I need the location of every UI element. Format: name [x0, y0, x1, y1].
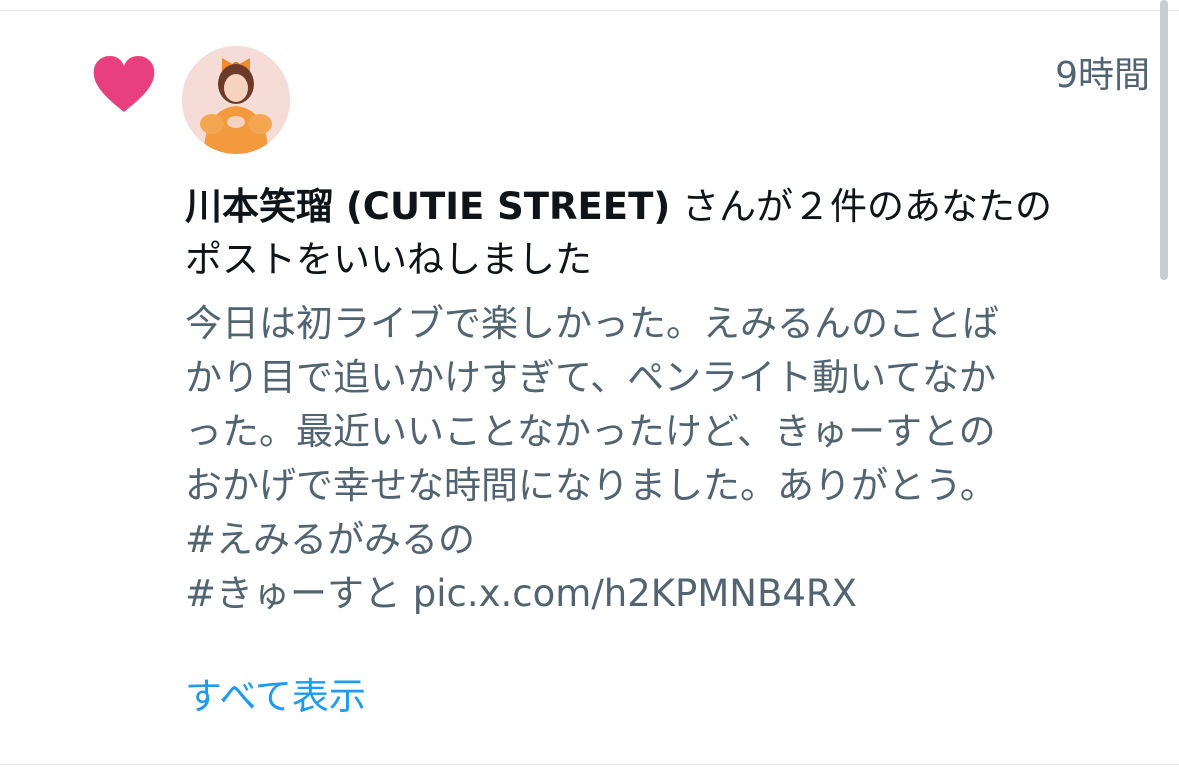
bottom-divider — [0, 764, 1179, 765]
heart-icon — [92, 54, 156, 114]
scrollbar[interactable] — [1160, 0, 1168, 280]
top-divider — [0, 10, 1179, 11]
show-all-link[interactable]: すべて表示 — [185, 673, 366, 721]
post-text[interactable]: 今日は初ライブで楽しかった。えみるんのことば かり目で追いかけすぎて、ペンライト… — [185, 297, 1145, 621]
avatar-image — [182, 46, 290, 154]
avatar[interactable] — [182, 46, 290, 154]
timestamp: 9時間 — [1055, 55, 1150, 96]
notification-headline: 川本笑瑠 (CUTIE STREET) さんが２件のあなたの ポストをいいねしま… — [185, 180, 1145, 286]
user-name-link[interactable]: 川本笑瑠 (CUTIE STREET) — [185, 185, 670, 228]
